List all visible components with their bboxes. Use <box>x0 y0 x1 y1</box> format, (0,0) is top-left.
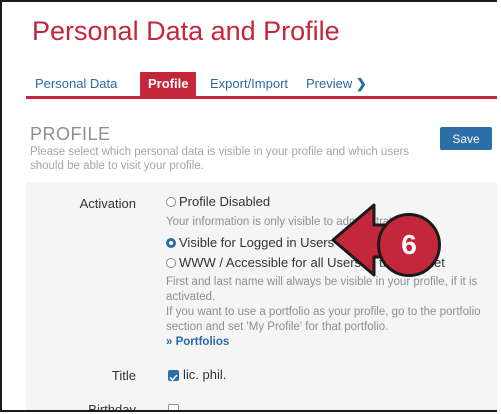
title-checkbox[interactable] <box>168 370 179 382</box>
title-label: Title <box>111 368 136 383</box>
chevron-right-icon: ❯ <box>355 76 367 91</box>
help-text-www: First and last name will always be visib… <box>166 276 478 303</box>
title-value: lic. phil. <box>183 367 227 382</box>
tab-preview-label: Preview <box>306 76 353 91</box>
app-frame: Personal Data and Profile Personal Data … <box>0 0 497 412</box>
radio-profile-disabled[interactable]: Profile Disabled <box>166 194 270 209</box>
checkmark-icon <box>169 374 178 382</box>
radio-visible-logged-in[interactable]: Visible for Logged in Users <box>166 235 334 250</box>
radio-label: Visible for Logged in Users <box>179 235 335 250</box>
birthday-label: Birthday <box>88 402 136 412</box>
tab-underline <box>26 96 497 99</box>
section-description: Please select which personal data is vis… <box>30 146 410 172</box>
section-heading: PROFILE <box>30 124 111 144</box>
radio-label: Profile Disabled <box>179 194 271 209</box>
tab-personal-data[interactable]: Personal Data <box>35 72 117 96</box>
activation-label: Activation <box>79 196 136 211</box>
birthday-checkbox[interactable] <box>168 404 179 410</box>
tab-bar: Personal Data Profile Export/Import Prev… <box>2 72 497 96</box>
page-title: Personal Data and Profile <box>32 16 340 46</box>
tab-preview[interactable]: Preview ❯ <box>306 72 367 96</box>
portfolios-link[interactable]: » Portfolios <box>166 335 229 350</box>
radio-checked-icon <box>166 238 176 248</box>
help-text-disabled: Your information is only visible to admi… <box>166 216 422 228</box>
radio-unchecked-icon <box>166 197 176 207</box>
radio-unchecked-icon <box>166 258 176 268</box>
callout-step-badge: 6 <box>377 213 441 277</box>
save-button[interactable]: Save <box>440 127 492 150</box>
profile-settings-panel: Activation Profile Disabled Your informa… <box>26 182 497 412</box>
tab-export-import[interactable]: Export/Import <box>210 72 288 96</box>
tab-profile[interactable]: Profile <box>140 72 197 96</box>
help-text-portfolio: If you want to use a portfolio as your p… <box>166 306 481 333</box>
